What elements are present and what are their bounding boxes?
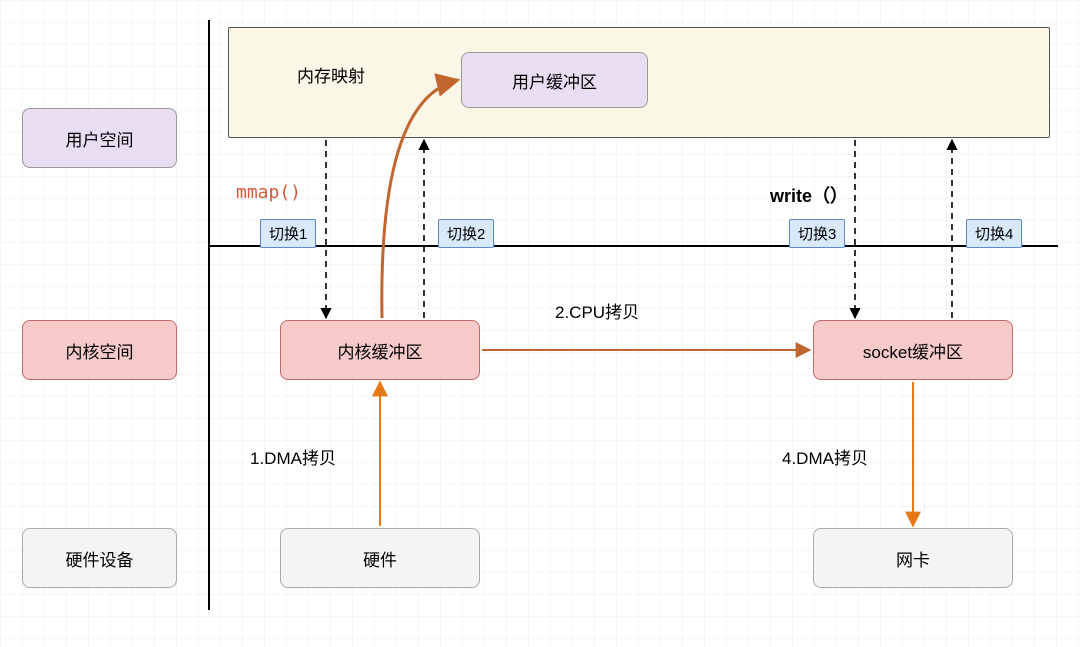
socket-buffer-text: socket缓冲区 — [863, 338, 963, 363]
kernel-space-text: 内核空间 — [66, 338, 134, 363]
switch-2: 切换2 — [438, 219, 494, 248]
mem-map-label: 内存映射 — [297, 62, 365, 87]
hardware-block-text: 硬件 — [363, 546, 397, 571]
user-buffer-text: 用户缓冲区 — [512, 68, 597, 93]
vertical-axis — [208, 20, 210, 610]
mmap-label: mmap() — [236, 182, 301, 203]
nic-box: 网卡 — [813, 528, 1013, 588]
horizontal-axis — [208, 245, 1058, 247]
hardware-label: 硬件设备 — [22, 528, 177, 588]
dma1-label: 1.DMA拷贝 — [250, 444, 336, 469]
hardware-block: 硬件 — [280, 528, 480, 588]
nic-text: 网卡 — [896, 546, 930, 571]
switch-3: 切换3 — [789, 219, 845, 248]
write-label: write（） — [770, 182, 848, 208]
user-space-label: 用户空间 — [22, 108, 177, 168]
user-buffer-box: 用户缓冲区 — [461, 52, 648, 108]
dma4-label: 4.DMA拷贝 — [782, 444, 868, 469]
switch-1: 切换1 — [260, 219, 316, 248]
hardware-text: 硬件设备 — [66, 546, 134, 571]
cpu-copy-label: 2.CPU拷贝 — [555, 298, 639, 323]
user-space-text: 用户空间 — [66, 126, 134, 151]
kernel-space-label: 内核空间 — [22, 320, 177, 380]
kernel-buffer-box: 内核缓冲区 — [280, 320, 480, 380]
socket-buffer-box: socket缓冲区 — [813, 320, 1013, 380]
switch-4: 切换4 — [966, 219, 1022, 248]
kernel-buffer-text: 内核缓冲区 — [338, 338, 423, 363]
